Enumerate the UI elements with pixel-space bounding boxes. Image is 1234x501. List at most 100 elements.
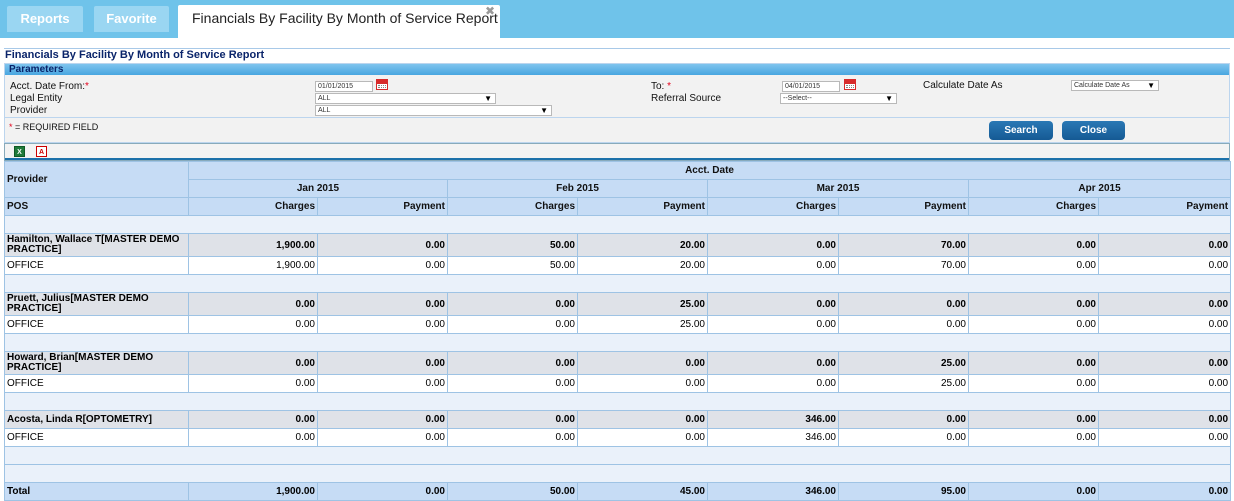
close-button[interactable]: Close bbox=[1062, 121, 1125, 140]
export-toolbar-strip bbox=[5, 144, 1229, 158]
amount-cell: 0.00 bbox=[968, 233, 1099, 257]
amount-cell: 0.00 bbox=[447, 410, 578, 429]
amount-cell: 25.00 bbox=[577, 292, 708, 316]
provider-name: Acosta, Linda R[OPTOMETRY] bbox=[4, 410, 189, 429]
acct-date-from-label: Acct. Date From:* bbox=[10, 81, 89, 92]
spacer-row bbox=[3, 215, 1232, 234]
legal-entity-value: ALL bbox=[318, 95, 331, 102]
report-table: Provider Acct. Date Jan 2015 Feb 2015 Ma… bbox=[3, 161, 1232, 501]
tab-financials-report[interactable]: Financials By Facility By Month of Servi… bbox=[178, 5, 500, 38]
amount-cell: 0.00 bbox=[968, 292, 1099, 316]
pos-name: OFFICE bbox=[4, 428, 189, 447]
spacer-cell bbox=[3, 464, 1232, 483]
acct-date-from-input[interactable]: 01/01/2015 bbox=[315, 81, 373, 92]
amount-cell: 0.00 bbox=[968, 315, 1099, 334]
amount-cell: 0.00 bbox=[317, 292, 448, 316]
referral-source-value: --Select-- bbox=[783, 95, 812, 102]
amount-cell: 0.00 bbox=[707, 292, 839, 316]
tab-financials-report-label: Financials By Facility By Month of Servi… bbox=[192, 10, 498, 26]
calendar-icon[interactable] bbox=[376, 79, 388, 90]
charges-header: Charges bbox=[968, 197, 1099, 216]
calculate-date-as-select[interactable]: Calculate Date As ▼ bbox=[1071, 80, 1159, 91]
amount-cell: 25.00 bbox=[838, 351, 969, 375]
excel-icon[interactable]: X bbox=[14, 146, 25, 157]
dropdown-arrow-icon: ▼ bbox=[540, 106, 548, 115]
search-button[interactable]: Search bbox=[989, 121, 1053, 140]
month-header: Mar 2015 bbox=[707, 179, 969, 198]
amount-cell: 25.00 bbox=[577, 315, 708, 334]
amount-cell: 0.00 bbox=[188, 374, 318, 393]
amount-cell: 0.00 bbox=[317, 410, 448, 429]
amount-cell: 0.00 bbox=[1097, 315, 1232, 334]
spacer-row bbox=[3, 464, 1232, 483]
spacer-cell bbox=[3, 333, 1232, 352]
amount-cell: 0.00 bbox=[577, 374, 708, 393]
amount-cell: 0.00 bbox=[838, 428, 969, 447]
amount-cell: 0.00 bbox=[1097, 374, 1232, 393]
total-amount-cell: 50.00 bbox=[447, 482, 578, 501]
total-amount-cell: 1,900.00 bbox=[188, 482, 318, 501]
amount-cell: 0.00 bbox=[838, 292, 969, 316]
month-header: Apr 2015 bbox=[967, 179, 1232, 198]
amount-cell: 0.00 bbox=[317, 233, 448, 257]
amount-cell: 0.00 bbox=[188, 428, 318, 447]
amount-cell: 0.00 bbox=[1097, 292, 1232, 316]
spacer-cell bbox=[3, 274, 1232, 293]
export-toolbar: X A bbox=[4, 143, 1230, 161]
provider-name: Pruett, Julius[MASTER DEMO PRACTICE] bbox=[4, 292, 189, 316]
month-header: Jan 2015 bbox=[188, 179, 448, 198]
amount-cell: 20.00 bbox=[577, 256, 708, 275]
tab-favorite[interactable]: Favorite bbox=[94, 6, 169, 32]
calendar-icon[interactable] bbox=[844, 79, 856, 90]
amount-cell: 346.00 bbox=[707, 410, 839, 429]
amount-cell: 0.00 bbox=[707, 233, 839, 257]
amount-cell: 0.00 bbox=[838, 315, 969, 334]
payment-header: Payment bbox=[838, 197, 969, 216]
legal-entity-select[interactable]: ALL ▼ bbox=[315, 93, 496, 104]
month-header: Feb 2015 bbox=[447, 179, 708, 198]
close-tab-icon[interactable]: ✖ bbox=[484, 5, 496, 17]
amount-cell: 70.00 bbox=[838, 256, 969, 275]
total-amount-cell: 346.00 bbox=[707, 482, 839, 501]
amount-cell: 0.00 bbox=[1097, 233, 1232, 257]
table-body: Hamilton, Wallace T[MASTER DEMO PRACTICE… bbox=[3, 215, 1232, 501]
pdf-icon[interactable]: A bbox=[36, 146, 47, 157]
acct-date-header: Acct. Date bbox=[187, 161, 1232, 180]
provider-name: Howard, Brian[MASTER DEMO PRACTICE] bbox=[4, 351, 189, 375]
amount-cell: 0.00 bbox=[577, 410, 708, 429]
amount-cell: 0.00 bbox=[447, 315, 578, 334]
provider-label: Provider bbox=[10, 105, 48, 116]
referral-source-select[interactable]: --Select-- ▼ bbox=[780, 93, 897, 104]
amount-cell: 0.00 bbox=[577, 351, 708, 375]
amount-cell: 0.00 bbox=[447, 428, 578, 447]
amount-cell: 0.00 bbox=[707, 351, 839, 375]
spacer-cell bbox=[3, 446, 1232, 465]
pos-name: OFFICE bbox=[4, 374, 189, 393]
provider-header: Provider bbox=[4, 161, 189, 198]
provider-select[interactable]: ALL ▼ bbox=[315, 105, 552, 116]
spacer-cell bbox=[3, 392, 1232, 411]
amount-cell: 0.00 bbox=[188, 292, 318, 316]
total-amount-cell: 0.00 bbox=[1097, 482, 1232, 501]
referral-source-label: Referral Source bbox=[651, 93, 722, 104]
amount-cell: 25.00 bbox=[838, 374, 969, 393]
amount-cell: 0.00 bbox=[188, 315, 318, 334]
amount-cell: 0.00 bbox=[838, 410, 969, 429]
legal-entity-label: Legal Entity bbox=[10, 93, 63, 104]
provider-value: ALL bbox=[318, 107, 331, 114]
amount-cell: 0.00 bbox=[707, 374, 839, 393]
dropdown-arrow-icon: ▼ bbox=[885, 94, 893, 103]
pos-row: OFFICE 0.00 0.00 0.00 0.00 346.00 0.00 0.00 0.00 bbox=[4, 428, 1232, 447]
dropdown-arrow-icon: ▼ bbox=[1147, 81, 1155, 90]
amount-cell: 0.00 bbox=[577, 428, 708, 447]
pos-row: OFFICE 0.00 0.00 0.00 25.00 0.00 0.00 0.00 0.00 bbox=[4, 315, 1232, 334]
spacer-cell bbox=[3, 215, 1232, 234]
spacer-row bbox=[3, 446, 1232, 465]
provider-row: Pruett, Julius[MASTER DEMO PRACTICE] 0.00… bbox=[4, 292, 1232, 316]
spacer-row bbox=[3, 392, 1232, 411]
payment-header: Payment bbox=[577, 197, 708, 216]
amount-cell: 0.00 bbox=[188, 351, 318, 375]
to-date-input[interactable]: 04/01/2015 bbox=[782, 81, 840, 92]
tab-reports[interactable]: Reports bbox=[7, 6, 83, 32]
parameters-divider bbox=[4, 117, 1230, 118]
